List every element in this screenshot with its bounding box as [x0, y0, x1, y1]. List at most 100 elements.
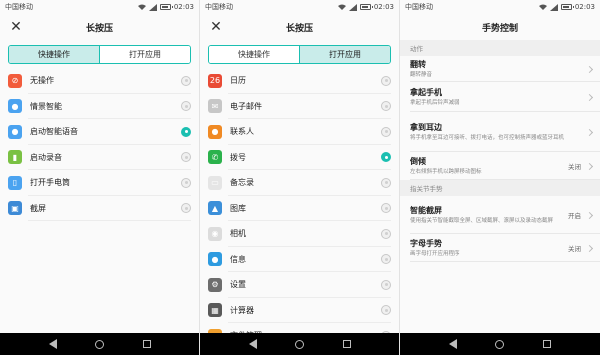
- back-icon[interactable]: [249, 339, 258, 349]
- clock: 02:03: [173, 3, 194, 11]
- tab-open-app[interactable]: 打开应用: [99, 46, 190, 63]
- list-item[interactable]: ✆ 拨号: [200, 145, 399, 171]
- list-item[interactable]: ● 信息: [200, 247, 399, 273]
- settings-icon: ⚙: [208, 277, 222, 292]
- list-item[interactable]: ▣ 截屏: [0, 196, 199, 222]
- radio-button[interactable]: [381, 177, 391, 188]
- battery-icon: [560, 4, 574, 10]
- radio-button[interactable]: [381, 203, 391, 214]
- signal-icon: [148, 3, 157, 11]
- gesture-item[interactable]: 翻转 翻转静音: [400, 56, 600, 82]
- gesture-description: 左右倾斜手机以跨屏移动图标: [410, 169, 482, 175]
- home-icon[interactable]: [495, 339, 505, 349]
- radio-button[interactable]: [181, 101, 191, 112]
- gesture-title: 智能截屏: [410, 206, 442, 215]
- gesture-description: 画字母打开应用程序: [410, 251, 460, 257]
- microphone-icon: ●: [8, 124, 22, 139]
- contacts-icon: ●: [208, 124, 222, 139]
- gesture-item[interactable]: 字母手势 画字母打开应用程序 关闭: [400, 234, 600, 262]
- back-icon[interactable]: [449, 339, 458, 349]
- recents-icon[interactable]: [142, 340, 151, 348]
- screenshot-icon: ▣: [8, 201, 22, 216]
- list-item[interactable]: ▯ 打开手电筒: [0, 170, 199, 196]
- radio-button[interactable]: [181, 152, 191, 163]
- list-item[interactable]: ⊘ 无操作: [0, 68, 199, 94]
- radio-button[interactable]: [381, 254, 391, 265]
- recents-icon[interactable]: [542, 340, 551, 348]
- radio-button[interactable]: [381, 101, 391, 112]
- nav-bar: [0, 333, 199, 355]
- clock: 02:03: [373, 3, 394, 11]
- gesture-description: 使用指关节智能截取全屏、区域截屏、滚屏以及录动态截屏: [410, 218, 554, 224]
- radio-button[interactable]: [381, 75, 391, 86]
- camera-icon: ◉: [208, 226, 222, 241]
- radio-button[interactable]: [381, 228, 391, 239]
- flashlight-icon: ▯: [8, 175, 22, 190]
- home-icon[interactable]: [295, 339, 305, 349]
- gesture-item[interactable]: 智能截屏使用指关节智能截取全屏、区域截屏、滚屏以及录动态截屏 开启: [400, 196, 600, 234]
- radio-button[interactable]: [181, 177, 191, 188]
- radio-button[interactable]: [381, 305, 391, 316]
- list-item[interactable]: ▮ 启动录音: [0, 145, 199, 171]
- gesture-title: 拿到耳边: [410, 123, 442, 132]
- radio-button[interactable]: [381, 279, 391, 290]
- list-item-label: 截屏: [30, 203, 46, 213]
- list-item-label: 相机: [230, 229, 246, 239]
- list-item-label: 拨号: [230, 152, 246, 162]
- gesture-item[interactable]: 拿起手机拿起手机后铃声减弱: [400, 82, 600, 112]
- list-item[interactable]: ● 启动智能语音: [0, 119, 199, 145]
- list-item[interactable]: ✉ 电子邮件: [200, 94, 399, 120]
- battery-icon: [359, 4, 373, 10]
- status-label: 关闭: [568, 245, 581, 253]
- battery-icon: [159, 4, 173, 10]
- gesture-description: 拿起手机后铃声减弱: [410, 100, 460, 106]
- list-item[interactable]: ▦ 计算器: [200, 298, 399, 324]
- home-icon[interactable]: [95, 339, 105, 349]
- title-bar: ✕ 长按压: [0, 14, 199, 40]
- gesture-description: 将手机拿至耳边可接听、拨打电话，也可控制扬声器或蓝牙耳机: [410, 135, 565, 141]
- wifi-icon: [337, 4, 346, 10]
- gesture-title: 拿起手机: [410, 88, 442, 97]
- page-title: 手势控制: [481, 23, 518, 34]
- list-item[interactable]: ◉ 相机: [200, 221, 399, 247]
- close-icon[interactable]: ✕: [208, 19, 224, 35]
- chevron-right-icon: [585, 93, 594, 101]
- list-item-label: 图库: [230, 203, 246, 213]
- tab-open-app[interactable]: 打开应用: [299, 46, 390, 63]
- chevron-right-icon: [585, 162, 594, 170]
- list-item[interactable]: ⚙ 设置: [200, 272, 399, 298]
- signal-icon: [549, 3, 558, 11]
- gesture-item[interactable]: 拿到耳边将手机拿至耳边可接听、拨打电话，也可控制扬声器或蓝牙耳机: [400, 112, 600, 152]
- list-item[interactable]: ● 联系人: [200, 119, 399, 145]
- chevron-right-icon: [585, 211, 594, 219]
- radio-button[interactable]: [381, 152, 391, 163]
- email-icon: ✉: [208, 99, 222, 114]
- radio-button[interactable]: [381, 126, 391, 137]
- list-item[interactable]: ▲ 图库: [200, 196, 399, 222]
- calendar-icon: 26: [208, 73, 222, 88]
- radio-button[interactable]: [181, 203, 191, 214]
- list-item[interactable]: ▭ 备忘录: [200, 170, 399, 196]
- status-label: 开启: [568, 212, 581, 220]
- page-title: 长按压: [85, 23, 113, 34]
- tab-quick-actions[interactable]: 快捷操作: [9, 46, 99, 63]
- radio-button[interactable]: [181, 75, 191, 86]
- gesture-description: 翻转静音: [410, 72, 433, 78]
- option-list: ⊘ 无操作 ● 情景智能 ● 启动智能语音 ▮ 启动录音 ▯ 打开手电筒 ▣ 截屏: [0, 68, 199, 221]
- recents-icon[interactable]: [342, 340, 351, 348]
- tab-quick-actions[interactable]: 快捷操作: [209, 46, 299, 63]
- list-item[interactable]: ● 情景智能: [0, 94, 199, 120]
- back-icon[interactable]: [49, 339, 58, 349]
- gesture-item[interactable]: 倒倾 左右倾斜手机以跨屏移动图标 关闭: [400, 152, 600, 180]
- radio-button[interactable]: [181, 126, 191, 137]
- list-item-label: 无操作: [30, 76, 54, 86]
- nav-bar: [200, 333, 399, 355]
- section-header: 动作: [400, 40, 600, 56]
- panel-long-press-open-app: 中国移动 02:03 ✕ 长按压 快捷操作 打开应用 26 日历 ✉ 电子邮件 ● 联系人…: [200, 0, 400, 355]
- title-bar: 手势控制: [400, 14, 600, 40]
- carrier-label: 中国移动: [205, 3, 233, 11]
- close-icon[interactable]: ✕: [8, 19, 24, 35]
- list-item[interactable]: 26 日历: [200, 68, 399, 94]
- gesture-title: 翻转: [410, 60, 426, 69]
- gesture-title: 倒倾: [410, 157, 426, 166]
